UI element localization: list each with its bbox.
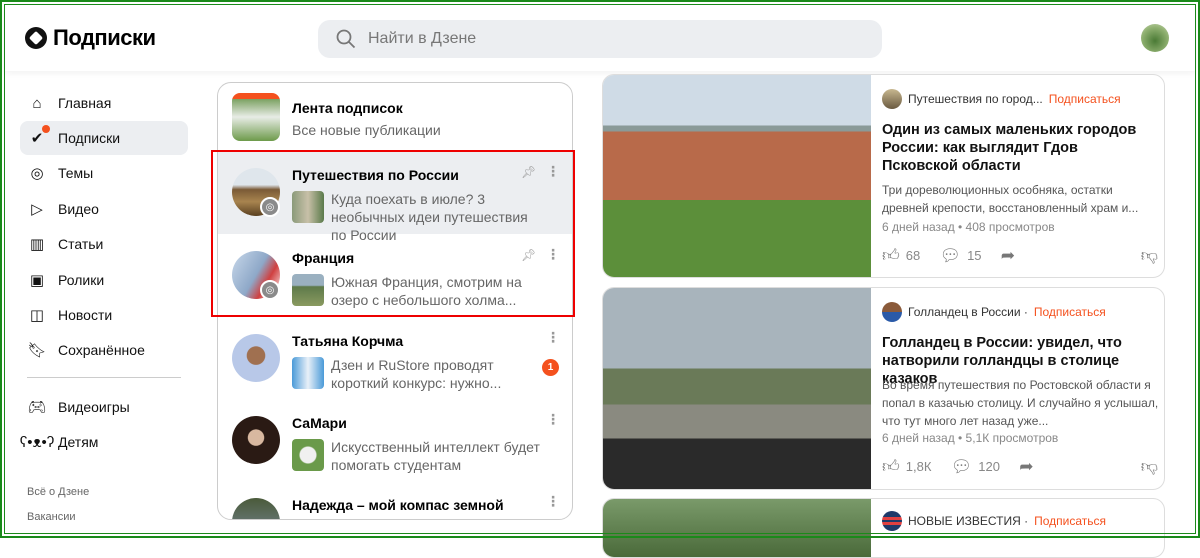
header: Подписки <box>5 5 1195 71</box>
sidebar-item-news[interactable]: ◫ Новости <box>20 298 188 332</box>
unread-count-badge: 1 <box>542 359 559 376</box>
card-title[interactable]: Один из самых маленьких городов России: … <box>882 121 1157 175</box>
subscribe-link[interactable]: Подписаться <box>1034 514 1106 528</box>
sub-text: Искусственный интеллект будет помогать с… <box>331 439 540 473</box>
page-title: Подписки <box>53 25 156 50</box>
sub-name: Надежда – мой компас земной <box>292 497 504 513</box>
sidebar-item-label: Темы <box>58 165 94 181</box>
news-icon: ◫ <box>29 307 45 324</box>
sidebar-item-articles[interactable]: ▥ Статьи <box>20 227 188 261</box>
zen-logo-icon <box>25 27 47 49</box>
sidebar-item-subscriptions[interactable]: ✔ Подписки <box>20 121 188 155</box>
post-thumbnail <box>292 357 324 389</box>
logo[interactable]: Подписки <box>25 25 156 51</box>
card-image <box>603 75 871 277</box>
like-icon[interactable]: 👍︎ <box>882 245 900 266</box>
comment-icon[interactable]: 💬︎ <box>951 457 973 477</box>
share-icon[interactable]: ➦ <box>1001 246 1015 266</box>
notification-dot <box>42 125 50 133</box>
subscriptions-icon: ✔ <box>28 125 50 147</box>
sidebar-item-saved[interactable]: 🔖︎ Сохранённое <box>20 333 188 367</box>
sidebar-item-home[interactable]: ⌂ Главная <box>20 86 188 120</box>
list-item[interactable]: СаМари ⋮ Искусственный интеллект будет п… <box>218 399 572 482</box>
feed-avatar <box>232 93 280 141</box>
search-input[interactable] <box>368 30 768 48</box>
search-bar[interactable] <box>318 20 882 58</box>
channel-name[interactable]: Голландец в России · <box>908 305 1028 319</box>
channel-header: НОВЫЕ ИЗВЕСТИЯ · Подписаться <box>882 511 1106 531</box>
like-icon[interactable]: 👍︎ <box>882 456 900 477</box>
comment-count: 120 <box>978 459 1000 474</box>
sidebar-item-video[interactable]: ▷ Видео <box>20 192 188 226</box>
sidebar-item-label: Главная <box>58 95 112 111</box>
card-image <box>603 499 871 557</box>
sub-text: Дзен и RuStore проводят короткий конкурс… <box>331 357 502 391</box>
channel-avatar <box>232 334 280 382</box>
bear-icon: ʕ•ᴥ•ʔ <box>19 433 55 451</box>
book-icon: ▥ <box>29 236 45 253</box>
comment-icon[interactable]: 💬︎ <box>939 246 961 266</box>
channel-header: Путешествия по город... Подписаться <box>882 89 1121 109</box>
sidebar-item-topics[interactable]: ◎ Темы <box>20 156 188 190</box>
channel-avatar[interactable] <box>882 511 902 531</box>
sidebar-item-label: Подписки <box>58 130 121 146</box>
post-thumbnail <box>292 439 324 471</box>
feed-card[interactable]: Голландец в России · Подписаться Голланд… <box>602 287 1165 490</box>
card-meta: 6 дней назад • 408 просмотров <box>882 220 1055 234</box>
home-icon: ⌂ <box>32 94 42 112</box>
user-avatar[interactable] <box>1141 24 1169 52</box>
sidebar-divider <box>27 377 181 378</box>
like-count: 68 <box>905 248 921 263</box>
sidebar-item-label: Ролики <box>58 272 105 288</box>
list-item-feed[interactable]: Лента подписок Все новые публикации <box>218 83 572 151</box>
video-icon: ▷ <box>31 201 43 218</box>
sidebar-item-label: Видео <box>58 201 99 217</box>
subscribe-link[interactable]: Подписаться <box>1049 92 1121 106</box>
compass-icon: ◎ <box>30 165 44 182</box>
sub-text: Все новые публикации <box>292 122 441 138</box>
subscribe-link[interactable]: Подписаться <box>1034 305 1106 319</box>
highlight-box <box>211 150 575 317</box>
card-meta: 6 дней назад • 5,1К просмотров <box>882 431 1059 445</box>
sidebar-item-shorts[interactable]: ▣ Ролики <box>20 263 188 297</box>
channel-avatar <box>232 416 280 464</box>
dislike-icon[interactable]: 👎︎ <box>1141 245 1158 266</box>
more-icon[interactable]: ⋮ <box>546 411 560 428</box>
channel-name[interactable]: Путешествия по город... <box>908 92 1043 106</box>
card-description: Три дореволюционных особняка, остатки др… <box>882 183 1139 215</box>
dislike-icon[interactable]: 👎︎ <box>1141 456 1158 477</box>
link-about[interactable]: Всё о Дзене <box>27 486 89 498</box>
list-item[interactable]: Надежда – мой компас земной ⋮ <box>218 481 572 519</box>
sub-name: Татьяна Корчма <box>292 333 404 349</box>
bookmark-icon: 🔖︎ <box>27 342 47 359</box>
sub-name: Лента подписок <box>292 100 403 116</box>
sidebar-item-label: Детям <box>58 434 99 450</box>
card-image <box>603 288 871 489</box>
channel-avatar[interactable] <box>882 89 902 109</box>
feed-card[interactable]: Путешествия по город... Подписаться Один… <box>602 74 1165 278</box>
sidebar-item-label: Видеоигры <box>58 399 130 415</box>
gamepad-icon: 🎮︎ <box>27 399 47 416</box>
link-jobs[interactable]: Вакансии <box>27 511 76 523</box>
more-icon[interactable]: ⋮ <box>546 329 560 346</box>
comment-count: 15 <box>967 248 982 263</box>
channel-avatar[interactable] <box>882 302 902 322</box>
channel-name[interactable]: НОВЫЕ ИЗВЕСТИЯ · <box>908 514 1028 528</box>
list-item[interactable]: Татьяна Корчма ⋮ Дзен и RuStore проводят… <box>218 317 572 400</box>
like-count: 1,8К <box>905 459 932 474</box>
sidebar-item-kids[interactable]: ʕ•ᴥ•ʔ Детям <box>20 425 188 459</box>
search-icon <box>336 29 356 49</box>
card-description: Во время путешествия по Ростовской облас… <box>882 378 1159 428</box>
sidebar-item-label: Новости <box>58 307 113 323</box>
channel-avatar <box>232 498 280 519</box>
shorts-icon: ▣ <box>29 272 45 289</box>
sidebar-item-label: Сохранённое <box>58 342 145 358</box>
sidebar-item-label: Статьи <box>58 236 104 252</box>
channel-header: Голландец в России · Подписаться <box>882 302 1106 322</box>
sidebar-item-games[interactable]: 🎮︎ Видеоигры <box>20 390 188 424</box>
share-icon[interactable]: ➦ <box>1019 457 1033 477</box>
feed-card[interactable]: НОВЫЕ ИЗВЕСТИЯ · Подписаться <box>602 498 1165 558</box>
sub-name: СаМари <box>292 415 347 431</box>
more-icon[interactable]: ⋮ <box>546 493 560 510</box>
